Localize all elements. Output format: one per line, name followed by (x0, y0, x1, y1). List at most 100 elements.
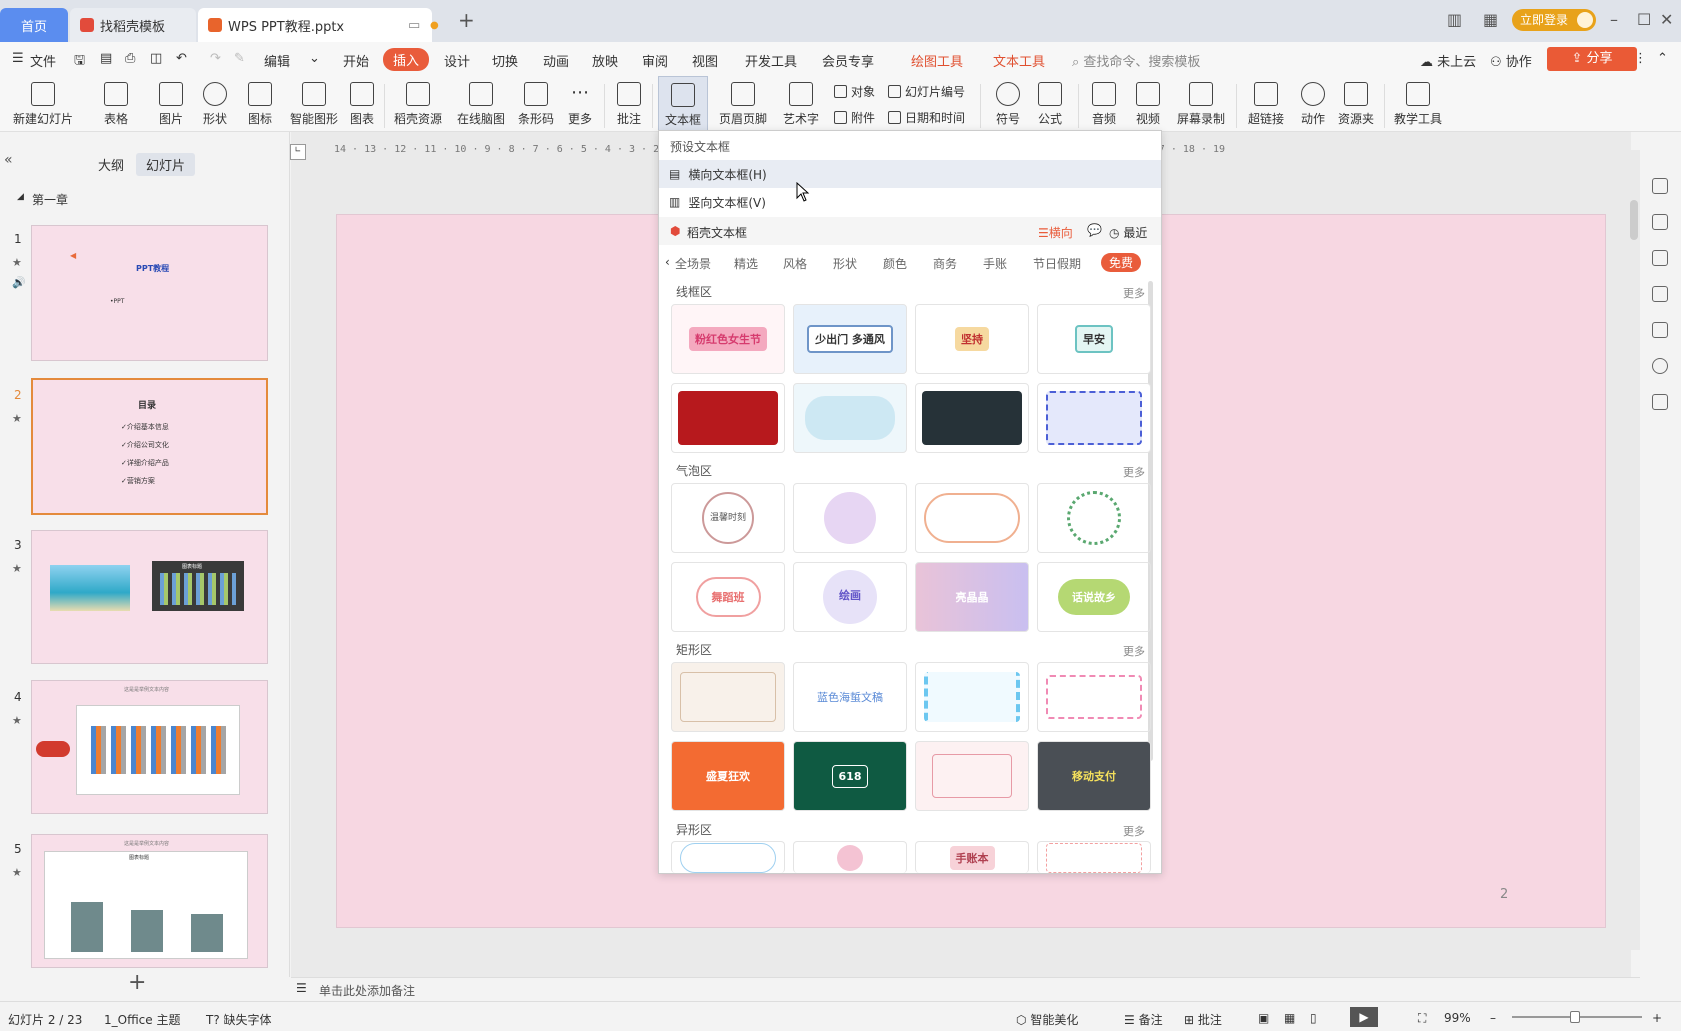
category-all[interactable]: 全场景 (675, 255, 711, 272)
comment-button[interactable]: 批注 (614, 76, 644, 132)
chevron-down-icon[interactable]: ⌄ (309, 51, 320, 66)
close-icon[interactable]: ✕ (1660, 10, 1673, 29)
template-card[interactable]: 早安 (1037, 304, 1151, 374)
template-card[interactable] (1037, 662, 1151, 732)
fit-window-icon[interactable]: ⛶ (1418, 1011, 1426, 1026)
preview-icon[interactable]: ◫ (150, 51, 162, 66)
comment-toggle[interactable]: ⊞ 批注 (1184, 1011, 1222, 1028)
object-button[interactable]: 对象 (834, 83, 875, 100)
collapse-panel-icon[interactable]: « (4, 152, 13, 168)
menu-drawing-tools[interactable]: 绘图工具 (911, 51, 963, 70)
redo-icon[interactable]: ↷ (210, 51, 221, 66)
template-card[interactable] (1037, 483, 1151, 553)
tab-home[interactable]: 首页 (0, 8, 68, 42)
template-card[interactable]: 坚持 (915, 304, 1029, 374)
smart-graphic-button[interactable]: 智能图形 (288, 76, 340, 132)
slide-thumbnail-5[interactable]: 这是是举例文本内容 图表标题 (31, 834, 268, 968)
table-button[interactable]: 表格 (96, 76, 136, 132)
chart-button[interactable]: 图表 (348, 76, 376, 132)
monitor-icon[interactable]: ▭ (408, 18, 420, 33)
template-card[interactable] (915, 483, 1029, 553)
category-holiday[interactable]: 节日假期 (1033, 255, 1081, 272)
template-card[interactable] (793, 483, 907, 553)
add-slide-button[interactable]: + (128, 970, 146, 995)
pin-icon[interactable] (1652, 250, 1668, 266)
attachment-button[interactable]: 附件 (834, 109, 875, 126)
template-card[interactable]: 温馨时刻 (671, 483, 785, 553)
rocket-icon[interactable] (1652, 178, 1668, 194)
template-card[interactable] (793, 383, 907, 453)
daoke-resource-button[interactable]: 稻壳资源 (392, 76, 444, 132)
zoom-in-button[interactable]: + (1652, 1011, 1662, 1025)
template-card[interactable] (1037, 383, 1151, 453)
template-card[interactable] (915, 741, 1029, 811)
theme-name[interactable]: 1_Office 主题 (104, 1011, 180, 1028)
menu-text-tools[interactable]: 文本工具 (993, 51, 1045, 70)
menu-review[interactable]: 审阅 (642, 51, 668, 70)
print-icon[interactable]: ⎙ (125, 51, 135, 66)
horizontal-textbox-item[interactable]: ▤ 横向文本框(H) (659, 160, 1161, 188)
normal-view-icon[interactable]: ▣ (1258, 1011, 1269, 1025)
wordart-button[interactable]: 艺术字 (778, 76, 824, 132)
beautify-button[interactable]: ⬡ 智能美化 (1016, 1011, 1078, 1028)
symbol-button[interactable]: 符号 (988, 76, 1028, 132)
template-card[interactable]: 粉红色女生节 (671, 304, 785, 374)
template-card[interactable] (915, 383, 1029, 453)
image-panel-icon[interactable] (1652, 322, 1668, 338)
new-slide-button[interactable]: 新建幻灯片 (6, 76, 80, 132)
icon-button[interactable]: 图标 (240, 76, 280, 132)
slide-thumbnail-3[interactable]: 图表标题 (31, 530, 268, 664)
category-journal[interactable]: 手账 (983, 255, 1007, 272)
category-business[interactable]: 商务 (933, 255, 957, 272)
formula-button[interactable]: 公式 (1030, 76, 1070, 132)
zoom-slider-handle[interactable] (1570, 1011, 1580, 1023)
action-button[interactable]: 动作 (1298, 76, 1328, 132)
more-link[interactable]: 更多 (1123, 285, 1145, 301)
template-card[interactable]: 少出门 多通风 (793, 304, 907, 374)
menu-developer[interactable]: 开发工具 (745, 51, 797, 70)
template-card[interactable]: 盛夏狂欢 (671, 741, 785, 811)
textbox-button[interactable]: 文本框 (658, 76, 708, 132)
category-free[interactable]: 免费 (1101, 253, 1142, 272)
teaching-tools-button[interactable]: 教学工具 (1392, 76, 1444, 132)
menu-edit[interactable]: 编辑 (264, 51, 290, 70)
menu-transition[interactable]: 切换 (492, 51, 518, 70)
notes-bar[interactable]: ☰ 单击此处添加备注 (291, 977, 1640, 1001)
grid-icon[interactable]: ▦ (1483, 10, 1498, 29)
template-card[interactable] (793, 841, 907, 873)
menu-file[interactable]: 文件 (30, 51, 56, 70)
menu-animation[interactable]: 动画 (543, 51, 569, 70)
category-color[interactable]: 颜色 (883, 255, 907, 272)
barcode-button[interactable]: 条形码 (516, 76, 556, 132)
template-card[interactable]: 蓝色海蜇文稿 (793, 662, 907, 732)
share-button[interactable]: ⇪ 分享 (1547, 47, 1637, 71)
zoom-slider[interactable] (1512, 1011, 1642, 1023)
vertical-textbox-item[interactable]: ▥ 竖向文本框(V) (659, 188, 1161, 216)
template-card[interactable]: 移动支付 (1037, 741, 1151, 811)
undo-icon[interactable]: ↶ (176, 51, 187, 66)
menu-start[interactable]: 开始 (343, 51, 369, 70)
template-card[interactable] (915, 662, 1029, 732)
audio-button[interactable]: 音频 (1084, 76, 1124, 132)
layout-icon[interactable]: ▥ (1447, 10, 1462, 29)
scrollbar-thumb[interactable] (1630, 200, 1638, 240)
more-link[interactable]: 更多 (1123, 643, 1145, 659)
menu-design[interactable]: 设计 (444, 51, 470, 70)
play-button[interactable]: ▶ (1350, 1007, 1378, 1027)
cloud-status[interactable]: ☁ 未上云 (1420, 51, 1476, 70)
new-tab-button[interactable]: + (458, 8, 475, 32)
template-card[interactable]: 亮晶晶 (915, 562, 1029, 632)
category-shape[interactable]: 形状 (833, 255, 857, 272)
template-card[interactable]: 绘画 (793, 562, 907, 632)
video-button[interactable]: 视频 (1128, 76, 1168, 132)
settings-sliders-icon[interactable] (1652, 214, 1668, 230)
export-icon[interactable]: ▤ (100, 51, 112, 66)
template-card[interactable]: 手账本 (915, 841, 1029, 873)
orient-toggle[interactable]: ☰横向 (1038, 224, 1073, 241)
menu-slideshow[interactable]: 放映 (592, 51, 618, 70)
category-prev-icon[interactable]: ‹ (665, 255, 670, 269)
more-link[interactable]: 更多 (1123, 464, 1145, 480)
section-collapse-icon[interactable]: ◢ (17, 192, 24, 202)
reading-view-icon[interactable]: ▯ (1310, 1011, 1317, 1025)
tab-stop-icon[interactable]: ∟ (290, 144, 306, 160)
